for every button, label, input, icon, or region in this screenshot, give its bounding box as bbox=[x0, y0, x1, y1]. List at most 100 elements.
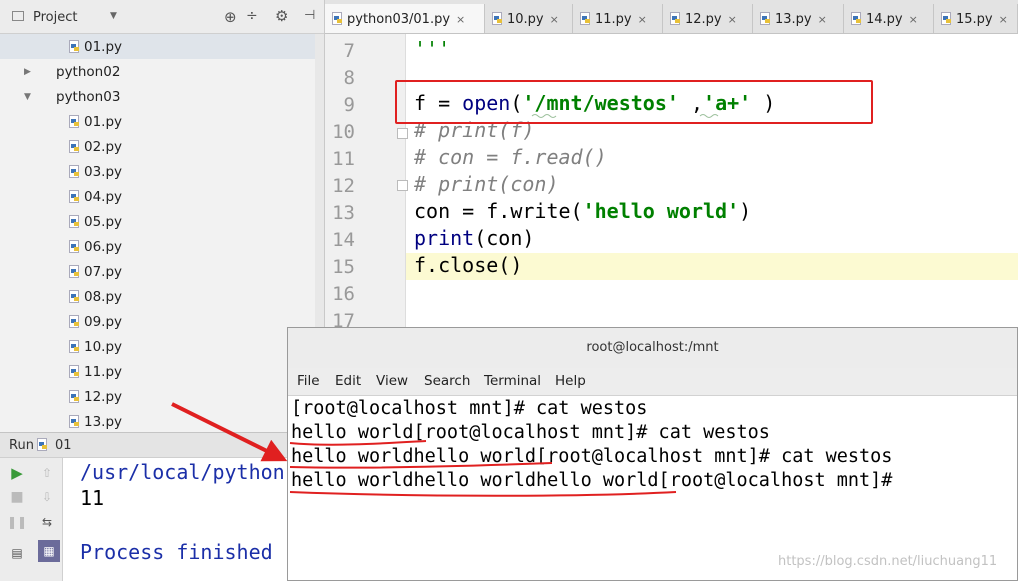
project-header: Project ▼ ⊕ ÷ ⚙ ⊣ bbox=[0, 0, 324, 34]
tree-file[interactable]: 02.py bbox=[0, 134, 315, 159]
tab-label: python03/01.py bbox=[347, 11, 451, 27]
terminal-line: hello worldhello world[root@localhost mn… bbox=[291, 446, 893, 467]
menu-terminal[interactable]: Terminal bbox=[484, 373, 541, 389]
terminal-window: root@localhost:/mnt File Edit View Searc… bbox=[287, 327, 1018, 581]
close-icon[interactable]: × bbox=[550, 13, 559, 26]
expand-arrow-icon[interactable]: ▼ bbox=[24, 92, 38, 102]
code-line-7[interactable]: ''' bbox=[414, 37, 450, 61]
line-number: 10 bbox=[332, 121, 355, 143]
python-file-icon bbox=[68, 114, 80, 129]
down-arrow-icon[interactable]: ⇩ bbox=[38, 488, 56, 506]
terminal-menubar: File Edit View Search Terminal Help bbox=[288, 368, 1017, 396]
terminal-line: hello worldhello worldhello world[root@l… bbox=[291, 470, 893, 491]
tree-item-label: 03.py bbox=[84, 163, 123, 180]
run-output-line: Process finished bbox=[80, 540, 273, 564]
tree-file[interactable]: 01.py bbox=[0, 34, 315, 59]
folder-icon bbox=[38, 91, 52, 102]
tab-label: 14.py bbox=[866, 11, 903, 27]
close-icon[interactable]: × bbox=[909, 13, 918, 26]
tree-file[interactable]: 13.py bbox=[0, 409, 315, 432]
tab-13[interactable]: 13.py × bbox=[753, 4, 844, 33]
collapse-arrow-icon[interactable]: ▶ bbox=[24, 67, 38, 77]
close-icon[interactable]: × bbox=[456, 13, 465, 26]
annotation-highlight-box bbox=[395, 80, 873, 124]
close-icon[interactable]: × bbox=[818, 13, 827, 26]
pause-icon[interactable]: ❚❚ bbox=[7, 513, 27, 531]
close-icon[interactable]: × bbox=[638, 13, 647, 26]
tree-item-label: 04.py bbox=[84, 188, 123, 205]
layout-icon[interactable]: ▤ bbox=[8, 544, 26, 562]
settings-icon[interactable]: ▦ bbox=[38, 540, 60, 562]
python-file-icon bbox=[850, 12, 862, 26]
tab-label: 12.py bbox=[685, 11, 722, 27]
tab-10[interactable]: 10.py × bbox=[485, 4, 573, 33]
collapse-icon[interactable]: ÷ bbox=[246, 8, 258, 24]
tree-item-label: 02.py bbox=[84, 138, 123, 155]
stop-icon[interactable]: ■ bbox=[8, 488, 26, 506]
chevron-down-icon[interactable]: ▼ bbox=[110, 11, 117, 21]
tab-11[interactable]: 11.py × bbox=[573, 4, 663, 33]
watermark: https://blog.csdn.net/liuchuang11 bbox=[778, 554, 998, 569]
python-file-icon bbox=[68, 314, 80, 329]
fold-marker-icon[interactable] bbox=[397, 180, 408, 191]
tree-file[interactable]: 06.py bbox=[0, 234, 315, 259]
tree-file[interactable]: 03.py bbox=[0, 159, 315, 184]
code-line-13[interactable]: con = f.write('hello world') bbox=[414, 199, 751, 223]
line-number: 9 bbox=[343, 94, 355, 116]
target-icon[interactable]: ⊕ bbox=[224, 8, 237, 26]
run-config-label[interactable]: 01 bbox=[55, 438, 72, 453]
line-number: 7 bbox=[343, 40, 355, 62]
menu-file[interactable]: File bbox=[297, 373, 320, 389]
code-line-15[interactable]: f.close() bbox=[414, 253, 522, 277]
python-file-icon bbox=[68, 339, 80, 354]
python-file-icon bbox=[68, 139, 80, 154]
tree-item-label: 09.py bbox=[84, 313, 123, 330]
up-arrow-icon[interactable]: ⇧ bbox=[38, 464, 56, 482]
tab-15[interactable]: 15.py × bbox=[934, 4, 1018, 33]
line-number: 11 bbox=[332, 148, 355, 170]
line-number: 16 bbox=[332, 283, 355, 305]
python-file-icon bbox=[68, 364, 80, 379]
tree-file[interactable]: 08.py bbox=[0, 284, 315, 309]
code-line-12[interactable]: # print(con) bbox=[414, 172, 559, 196]
tree-item-label: 10.py bbox=[84, 338, 123, 355]
python-file-icon bbox=[68, 39, 80, 54]
run-output-line: 11 bbox=[80, 486, 105, 510]
tree-item-label: 01.py bbox=[84, 113, 123, 130]
gear-icon[interactable]: ⚙ bbox=[275, 7, 288, 25]
close-icon[interactable]: × bbox=[728, 13, 737, 26]
tab-label: 10.py bbox=[507, 11, 544, 27]
tree-folder[interactable]: ▶ python02 bbox=[0, 59, 315, 84]
tree-file[interactable]: 10.py bbox=[0, 334, 315, 359]
tree-file[interactable]: 01.py bbox=[0, 109, 315, 134]
code-text: ) bbox=[739, 199, 752, 223]
hide-icon[interactable]: ⊣ bbox=[304, 8, 315, 23]
menu-edit[interactable]: Edit bbox=[335, 373, 361, 389]
menu-view[interactable]: View bbox=[376, 373, 408, 389]
tab-12[interactable]: 12.py × bbox=[663, 4, 753, 33]
menu-search[interactable]: Search bbox=[424, 373, 470, 389]
python-file-icon bbox=[491, 12, 503, 26]
tree-file[interactable]: 07.py bbox=[0, 259, 315, 284]
close-icon[interactable]: × bbox=[999, 13, 1008, 26]
tree-file[interactable]: 11.py bbox=[0, 359, 315, 384]
run-toolbar: ▶ ⇧ ■ ⇩ ❚❚ ⇆ ▤ ▦ bbox=[0, 458, 63, 581]
tree-file[interactable]: 04.py bbox=[0, 184, 315, 209]
python-file-icon bbox=[68, 264, 80, 279]
tree-file[interactable]: 12.py bbox=[0, 384, 315, 409]
fold-marker-icon[interactable] bbox=[397, 128, 408, 139]
project-title[interactable]: Project bbox=[33, 10, 77, 25]
tab-label: 11.py bbox=[595, 11, 632, 27]
editor-tab-bar: python03/01.py × 10.py × 11.py × 12.py × 13.… bbox=[325, 0, 1018, 34]
tab-14[interactable]: 14.py × bbox=[844, 4, 934, 33]
menu-help[interactable]: Help bbox=[555, 373, 586, 389]
play-icon[interactable]: ▶ bbox=[8, 464, 26, 482]
project-panel: Project ▼ ⊕ ÷ ⚙ ⊣ 01.py ▶ python02 ▼ python0… bbox=[0, 0, 325, 432]
tab-python03-01[interactable]: python03/01.py × bbox=[325, 4, 485, 33]
tree-file[interactable]: 05.py bbox=[0, 209, 315, 234]
code-line-14[interactable]: print(con) bbox=[414, 226, 534, 250]
tree-folder[interactable]: ▼ python03 bbox=[0, 84, 315, 109]
soft-wrap-icon[interactable]: ⇆ bbox=[38, 513, 56, 531]
code-line-11[interactable]: # con = f.read() bbox=[414, 145, 607, 169]
tree-file[interactable]: 09.py bbox=[0, 309, 315, 334]
